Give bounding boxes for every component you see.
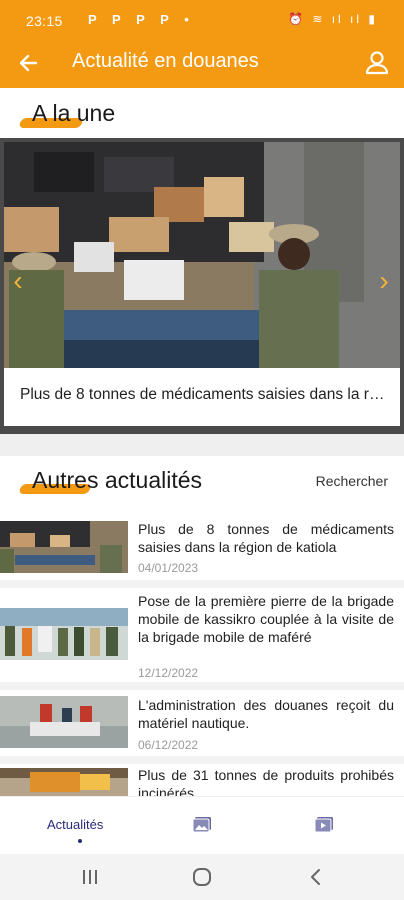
other-news-heading: Autres actualités bbox=[32, 467, 203, 493]
news-thumbnail[interactable] bbox=[0, 768, 128, 796]
news-date: 04/01/2023 bbox=[138, 561, 199, 575]
video-icon bbox=[314, 817, 333, 833]
carousel-prev-button[interactable]: ‹ bbox=[8, 266, 28, 296]
user-icon bbox=[365, 51, 389, 75]
news-thumbnail[interactable] bbox=[0, 608, 128, 660]
back-button[interactable] bbox=[14, 48, 44, 78]
news-date: 06/12/2022 bbox=[138, 738, 199, 752]
news-title: Plus de 8 tonnes de médicaments saisies … bbox=[138, 521, 394, 555]
bottom-navigation: Actualités bbox=[0, 796, 404, 854]
news-date: 12/12/2022 bbox=[138, 666, 199, 680]
news-title: Plus de 31 tonnes de produits prohibés i… bbox=[138, 767, 394, 796]
news-list-item[interactable]: Pose de la première pierre de la brigade… bbox=[0, 588, 404, 682]
nav-tab-news[interactable]: Actualités bbox=[30, 797, 130, 855]
news-thumbnail[interactable] bbox=[0, 521, 128, 573]
notification-icons: P P P P • bbox=[88, 12, 195, 27]
featured-image[interactable] bbox=[4, 142, 400, 368]
photo-gallery-icon bbox=[192, 817, 211, 833]
news-title: L'administration des douanes reçoit du m… bbox=[138, 697, 394, 731]
active-indicator bbox=[78, 839, 82, 843]
nav-tab-label: Actualités bbox=[47, 817, 104, 832]
featured-heading: A la une bbox=[32, 100, 116, 126]
news-list-item[interactable]: Plus de 8 tonnes de médicaments saisies … bbox=[0, 516, 404, 580]
news-list-item[interactable]: Plus de 31 tonnes de produits prohibés i… bbox=[0, 764, 404, 796]
section-divider bbox=[0, 434, 404, 456]
featured-caption-box[interactable]: Plus de 8 tonnes de médicaments saisies … bbox=[4, 368, 400, 426]
arrow-left-icon bbox=[19, 54, 38, 72]
status-bar: 23:15 P P P P • ⏰ ≋ ıl ıl ▮ bbox=[0, 0, 404, 38]
featured-caption[interactable]: Plus de 8 tonnes de médicaments saisies … bbox=[20, 386, 390, 404]
app-bar: Actualité en douanes bbox=[0, 38, 404, 88]
home-icon[interactable] bbox=[192, 867, 212, 887]
list-separator bbox=[0, 756, 404, 764]
featured-section-header: A la une bbox=[0, 92, 404, 136]
list-separator bbox=[0, 682, 404, 690]
system-status-icons: ⏰ ≋ ıl ıl ▮ bbox=[288, 12, 378, 26]
recent-apps-icon[interactable] bbox=[80, 868, 100, 886]
carousel-next-button[interactable]: › bbox=[374, 266, 394, 296]
news-title: Pose de la première pierre de la brigade… bbox=[138, 593, 394, 645]
back-nav-icon[interactable] bbox=[306, 867, 326, 887]
featured-carousel[interactable]: ‹ › Plus de 8 tonnes de médicaments sais… bbox=[0, 138, 404, 434]
status-time: 23:15 bbox=[26, 13, 63, 29]
search-link[interactable]: Rechercher bbox=[316, 473, 388, 489]
nav-tab-photos[interactable] bbox=[182, 797, 222, 855]
news-list-item[interactable]: L'administration des douanes reçoit du m… bbox=[0, 690, 404, 756]
news-thumbnail[interactable] bbox=[0, 696, 128, 748]
profile-button[interactable] bbox=[362, 48, 392, 78]
list-separator bbox=[0, 580, 404, 588]
system-navigation-bar bbox=[0, 854, 404, 900]
page-title: Actualité en douanes bbox=[72, 50, 259, 72]
nav-tab-videos[interactable] bbox=[304, 797, 344, 855]
